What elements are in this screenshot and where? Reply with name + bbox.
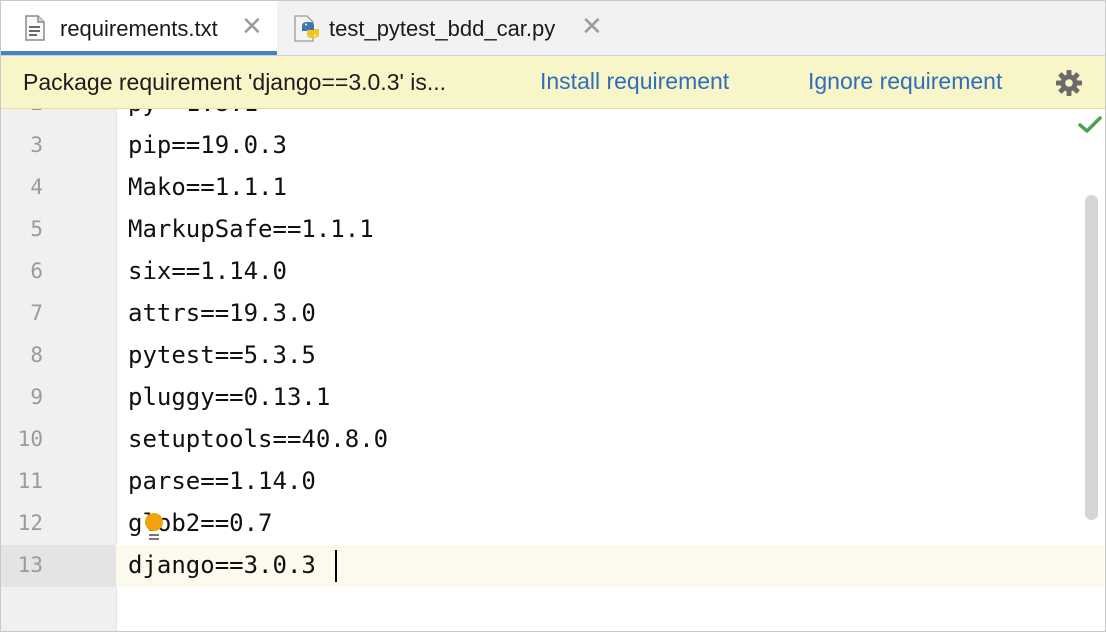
code-text: attrs==19.3.0	[128, 299, 316, 327]
line-number: 13	[17, 553, 43, 577]
line-number: 11	[17, 469, 43, 493]
tab-label: requirements.txt	[60, 16, 218, 41]
code-editor[interactable]: 2 py==1.8.1 3 pip==19.0.3 4 Mako==1.1.1 …	[1, 109, 1105, 631]
line-number: 8	[30, 343, 43, 367]
code-line: 6 six==1.14.0	[1, 251, 1105, 293]
line-number: 7	[30, 301, 43, 325]
code-line: 9 pluggy==0.13.1	[1, 377, 1105, 419]
text-caret	[335, 550, 337, 582]
close-icon[interactable]: ✕	[581, 11, 603, 42]
code-line: 7 attrs==19.3.0	[1, 293, 1105, 335]
code-line: 11 parse==1.14.0	[1, 461, 1105, 503]
line-number: 4	[30, 175, 43, 199]
code-line: 10 setuptools==40.8.0	[1, 419, 1105, 461]
code-text: six==1.14.0	[128, 257, 287, 285]
code-text: pip==19.0.3	[128, 131, 287, 159]
code-text: parse==1.14.0	[128, 467, 316, 495]
tab-requirements-txt[interactable]: requirements.txt ✕	[1, 1, 277, 55]
install-requirement-link[interactable]: Install requirement	[540, 68, 729, 95]
package-requirement-banner: Package requirement 'django==3.0.3' is..…	[1, 56, 1105, 109]
line-number: 2	[1, 109, 43, 115]
line-number: 9	[30, 385, 43, 409]
editor-tab-bar: requirements.txt ✕ test_pytest_bdd_car.p…	[1, 1, 1105, 56]
tab-label: test_pytest_bdd_car.py	[329, 16, 556, 41]
line-number: 10	[17, 427, 43, 451]
code-text: pytest==5.3.5	[128, 341, 316, 369]
line-number: 12	[17, 511, 43, 535]
code-line: 2 py==1.8.1	[1, 109, 1105, 125]
code-text: MarkupSafe==1.1.1	[128, 215, 374, 243]
line-number: 5	[30, 217, 43, 241]
banner-message: Package requirement 'django==3.0.3' is..…	[23, 69, 447, 95]
code-text: Mako==1.1.1	[128, 173, 287, 201]
code-text: django==3.0.3	[128, 551, 316, 579]
line-number: 6	[30, 259, 43, 283]
code-line: 8 pytest==5.3.5	[1, 335, 1105, 377]
close-icon[interactable]: ✕	[241, 11, 263, 42]
code-text: py==1.8.1	[128, 109, 258, 117]
gear-icon[interactable]	[1055, 69, 1083, 97]
check-icon	[1076, 113, 1104, 137]
code-line: 5 MarkupSafe==1.1.1	[1, 209, 1105, 251]
code-text: pluggy==0.13.1	[128, 383, 331, 411]
code-line: 4 Mako==1.1.1	[1, 167, 1105, 209]
text-file-icon	[25, 15, 45, 46]
code-text: setuptools==40.8.0	[128, 425, 389, 453]
tab-test-pytest-bdd-car-py[interactable]: test_pytest_bdd_car.py ✕	[277, 1, 617, 55]
line-number: 3	[30, 133, 43, 157]
python-file-icon	[293, 15, 321, 48]
ide-window: requirements.txt ✕ test_pytest_bdd_car.p…	[0, 0, 1106, 632]
code-line: 3 pip==19.0.3	[1, 125, 1105, 167]
lightbulb-icon[interactable]	[144, 512, 168, 544]
vertical-scrollbar[interactable]	[1085, 195, 1098, 520]
code-line: 13 django==3.0.3	[1, 545, 1105, 587]
ignore-requirement-link[interactable]: Ignore requirement	[808, 68, 1002, 95]
